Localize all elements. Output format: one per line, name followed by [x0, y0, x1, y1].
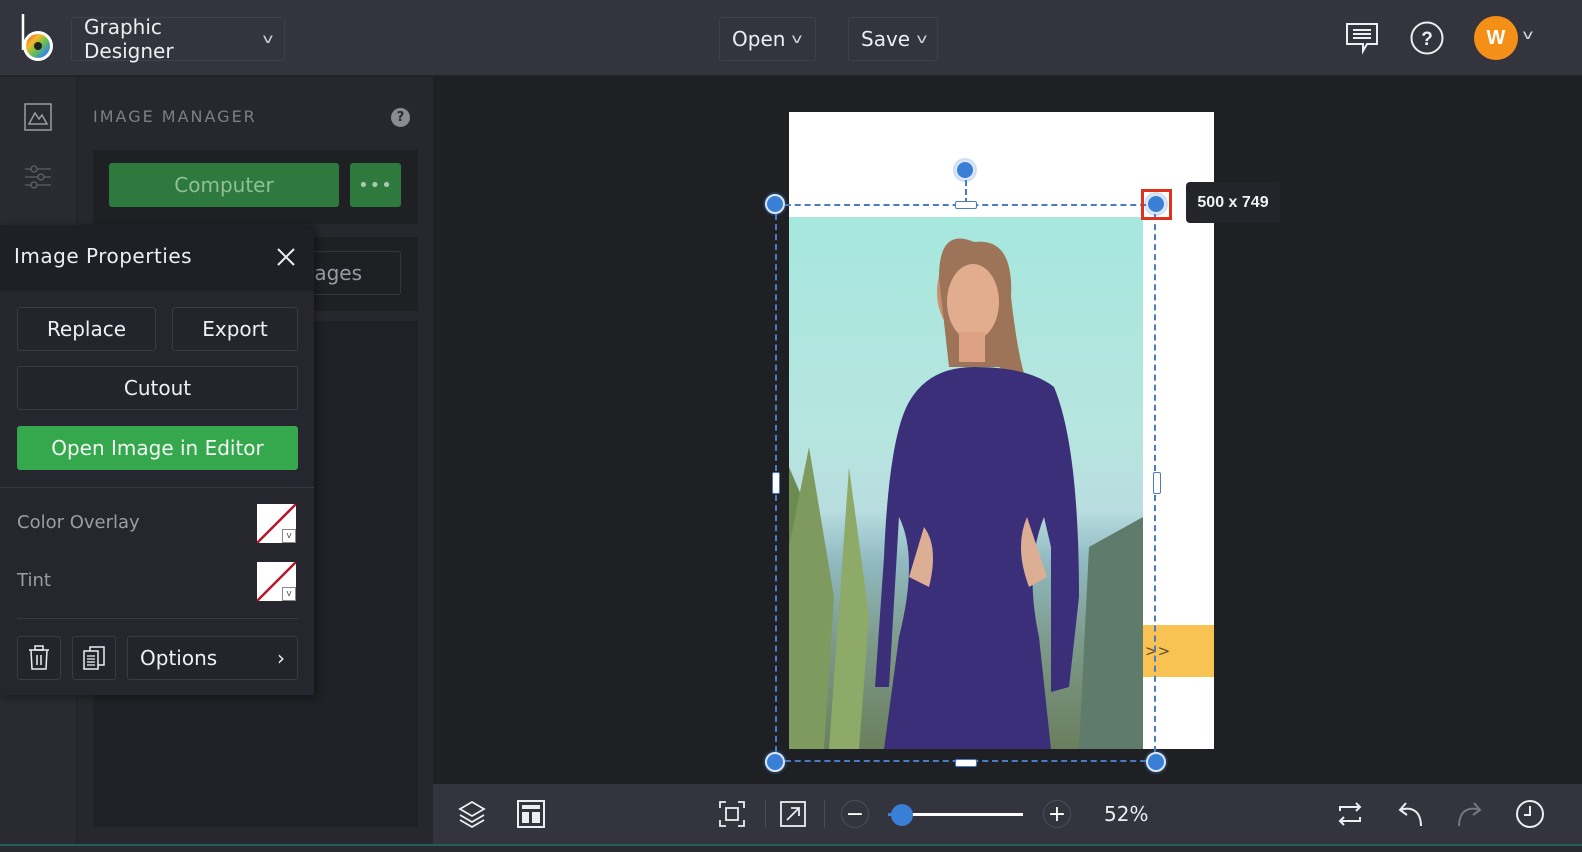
resize-handle-bottom-right[interactable]: [1146, 752, 1166, 772]
color-overlay-label: Color Overlay: [17, 512, 140, 533]
trash-icon: [29, 645, 49, 670]
tint-label: Tint: [17, 570, 51, 591]
divider: [17, 618, 298, 619]
fit-to-screen-icon[interactable]: [716, 798, 748, 830]
resize-handle-top-left[interactable]: [765, 194, 785, 214]
logo[interactable]: [18, 12, 58, 64]
zoom-value: 52%: [1104, 802, 1149, 826]
highlighted-handle-marker: [1141, 189, 1172, 220]
options-label: Options: [140, 646, 218, 670]
open-image-in-editor-button[interactable]: Open Image in Editor: [17, 426, 298, 470]
top-bar: Graphic Designer v Open v Save v ? W v: [0, 0, 1582, 76]
selected-photo[interactable]: [789, 217, 1143, 749]
divider: [0, 487, 314, 488]
upload-source-box: Computer •••: [93, 150, 418, 224]
bottom-edge: [0, 844, 1582, 852]
arrow-banner[interactable]: >>: [1143, 625, 1214, 677]
zoom-out-button[interactable]: −: [841, 800, 869, 828]
chevron-down-icon: v: [916, 31, 928, 47]
avatar[interactable]: W: [1474, 16, 1518, 60]
cutout-button[interactable]: Cutout: [17, 366, 298, 410]
chevron-down-icon[interactable]: v: [1522, 28, 1533, 43]
chat-icon[interactable]: [1344, 20, 1380, 56]
svg-text:?: ?: [1421, 29, 1433, 50]
sliders-icon[interactable]: [22, 161, 54, 193]
image-properties-panel: Image Properties Replace Export Cutout O…: [0, 225, 314, 695]
avatar-initial: W: [1486, 26, 1506, 49]
image-properties-title: Image Properties: [14, 244, 193, 268]
resize-handle-left[interactable]: [772, 472, 780, 494]
plus-icon: +: [1047, 801, 1067, 827]
resize-handle-bottom-left[interactable]: [765, 752, 785, 772]
zoom-in-button[interactable]: +: [1043, 800, 1071, 828]
chevron-down-icon: v: [282, 587, 296, 601]
zoom-slider-thumb[interactable]: [890, 804, 913, 826]
minus-icon: −: [845, 801, 865, 827]
computer-upload-button[interactable]: Computer: [109, 163, 339, 207]
banner-text: >>: [1145, 642, 1171, 660]
open-button[interactable]: Open v: [719, 17, 816, 61]
swap-icon[interactable]: [1334, 798, 1366, 830]
replace-button[interactable]: Replace: [17, 307, 156, 351]
resize-handle-bottom[interactable]: [955, 759, 977, 767]
app-menu-label: Graphic Designer: [84, 15, 174, 63]
separator: [765, 800, 766, 828]
expand-icon[interactable]: [777, 798, 809, 830]
duplicate-icon: [83, 646, 105, 670]
image-properties-header: Image Properties: [0, 225, 314, 291]
image-icon[interactable]: [22, 101, 54, 133]
photo-content: [789, 238, 1143, 749]
redo-icon[interactable]: [1454, 798, 1486, 830]
tint-swatch[interactable]: v: [257, 562, 296, 601]
chevron-down-icon: v: [262, 31, 274, 47]
save-button[interactable]: Save v: [848, 17, 938, 61]
resize-handle-top[interactable]: [955, 201, 977, 209]
resize-handle-right[interactable]: [1153, 472, 1161, 494]
duplicate-button[interactable]: [72, 636, 116, 680]
layers-icon[interactable]: [456, 798, 488, 830]
separator: [824, 800, 825, 828]
zoom-slider-track[interactable]: [901, 813, 1023, 816]
color-overlay-swatch[interactable]: v: [257, 504, 296, 543]
delete-button[interactable]: [17, 636, 61, 680]
chevron-down-icon: v: [791, 31, 803, 47]
options-button[interactable]: Options ›: [127, 636, 298, 680]
chevron-down-icon: v: [282, 529, 296, 543]
export-button[interactable]: Export: [172, 307, 298, 351]
layout-icon[interactable]: [515, 798, 547, 830]
save-label: Save: [861, 27, 911, 51]
size-tooltip: 500 x 749: [1186, 182, 1280, 223]
help-icon[interactable]: ?: [391, 108, 410, 127]
app-menu-button[interactable]: Graphic Designer v: [71, 15, 285, 63]
bottom-toolbar: − + 52%: [433, 784, 1582, 844]
close-icon[interactable]: [274, 245, 298, 269]
help-glyph: ?: [396, 110, 405, 125]
help-icon[interactable]: ?: [1409, 20, 1445, 56]
history-icon[interactable]: [1514, 798, 1546, 830]
chevron-right-icon: ›: [277, 646, 285, 670]
more-sources-button[interactable]: •••: [350, 163, 401, 207]
open-label: Open: [732, 27, 786, 51]
image-manager-title: IMAGE MANAGER: [93, 107, 257, 126]
undo-icon[interactable]: [1394, 798, 1426, 830]
rotate-handle[interactable]: [955, 160, 975, 180]
